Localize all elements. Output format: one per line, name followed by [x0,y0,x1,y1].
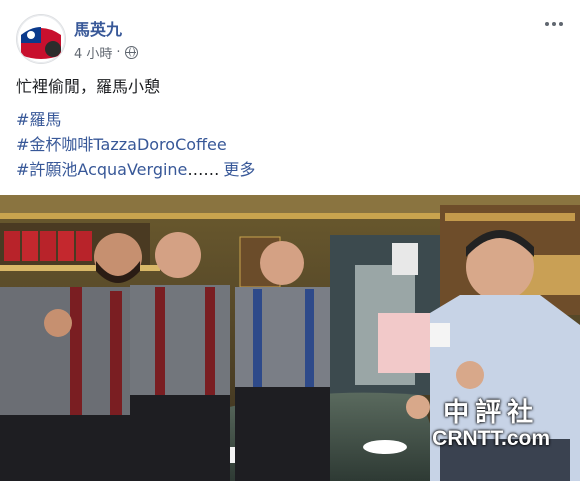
more-options-icon[interactable] [542,14,566,34]
author-name[interactable]: 馬英九 [74,16,122,40]
post-meta: 4 小時 · [74,43,138,62]
meta-separator: · [116,45,121,60]
watermark: 中評社 CRNTT.com [432,392,550,451]
author-avatar[interactable] [16,14,66,64]
watermark-cn: 中評社 [443,398,540,428]
hashtag-link[interactable]: #羅馬 [16,110,61,130]
ellipsis: …… [187,160,220,179]
globe-icon[interactable] [124,46,138,59]
see-more-link[interactable]: 更多 [223,160,255,179]
hashtag-line: #許願池AcquaVergine…… 更多 [16,160,255,180]
watermark-en: CRNTT.com [432,427,550,450]
avatar-image [17,15,65,63]
hashtag-link[interactable]: #許願池AcquaVergine [16,160,187,179]
facebook-post: 馬英九 4 小時 · 忙裡偷閒，羅馬小憩 #羅馬 #金杯咖啡TazzaDoroC… [0,0,580,481]
post-text: 忙裡偷閒，羅馬小憩 [16,77,161,96]
post-timestamp[interactable]: 4 小時 [74,43,112,62]
hashtag-link[interactable]: #金杯咖啡TazzaDoroCoffee [16,135,227,155]
